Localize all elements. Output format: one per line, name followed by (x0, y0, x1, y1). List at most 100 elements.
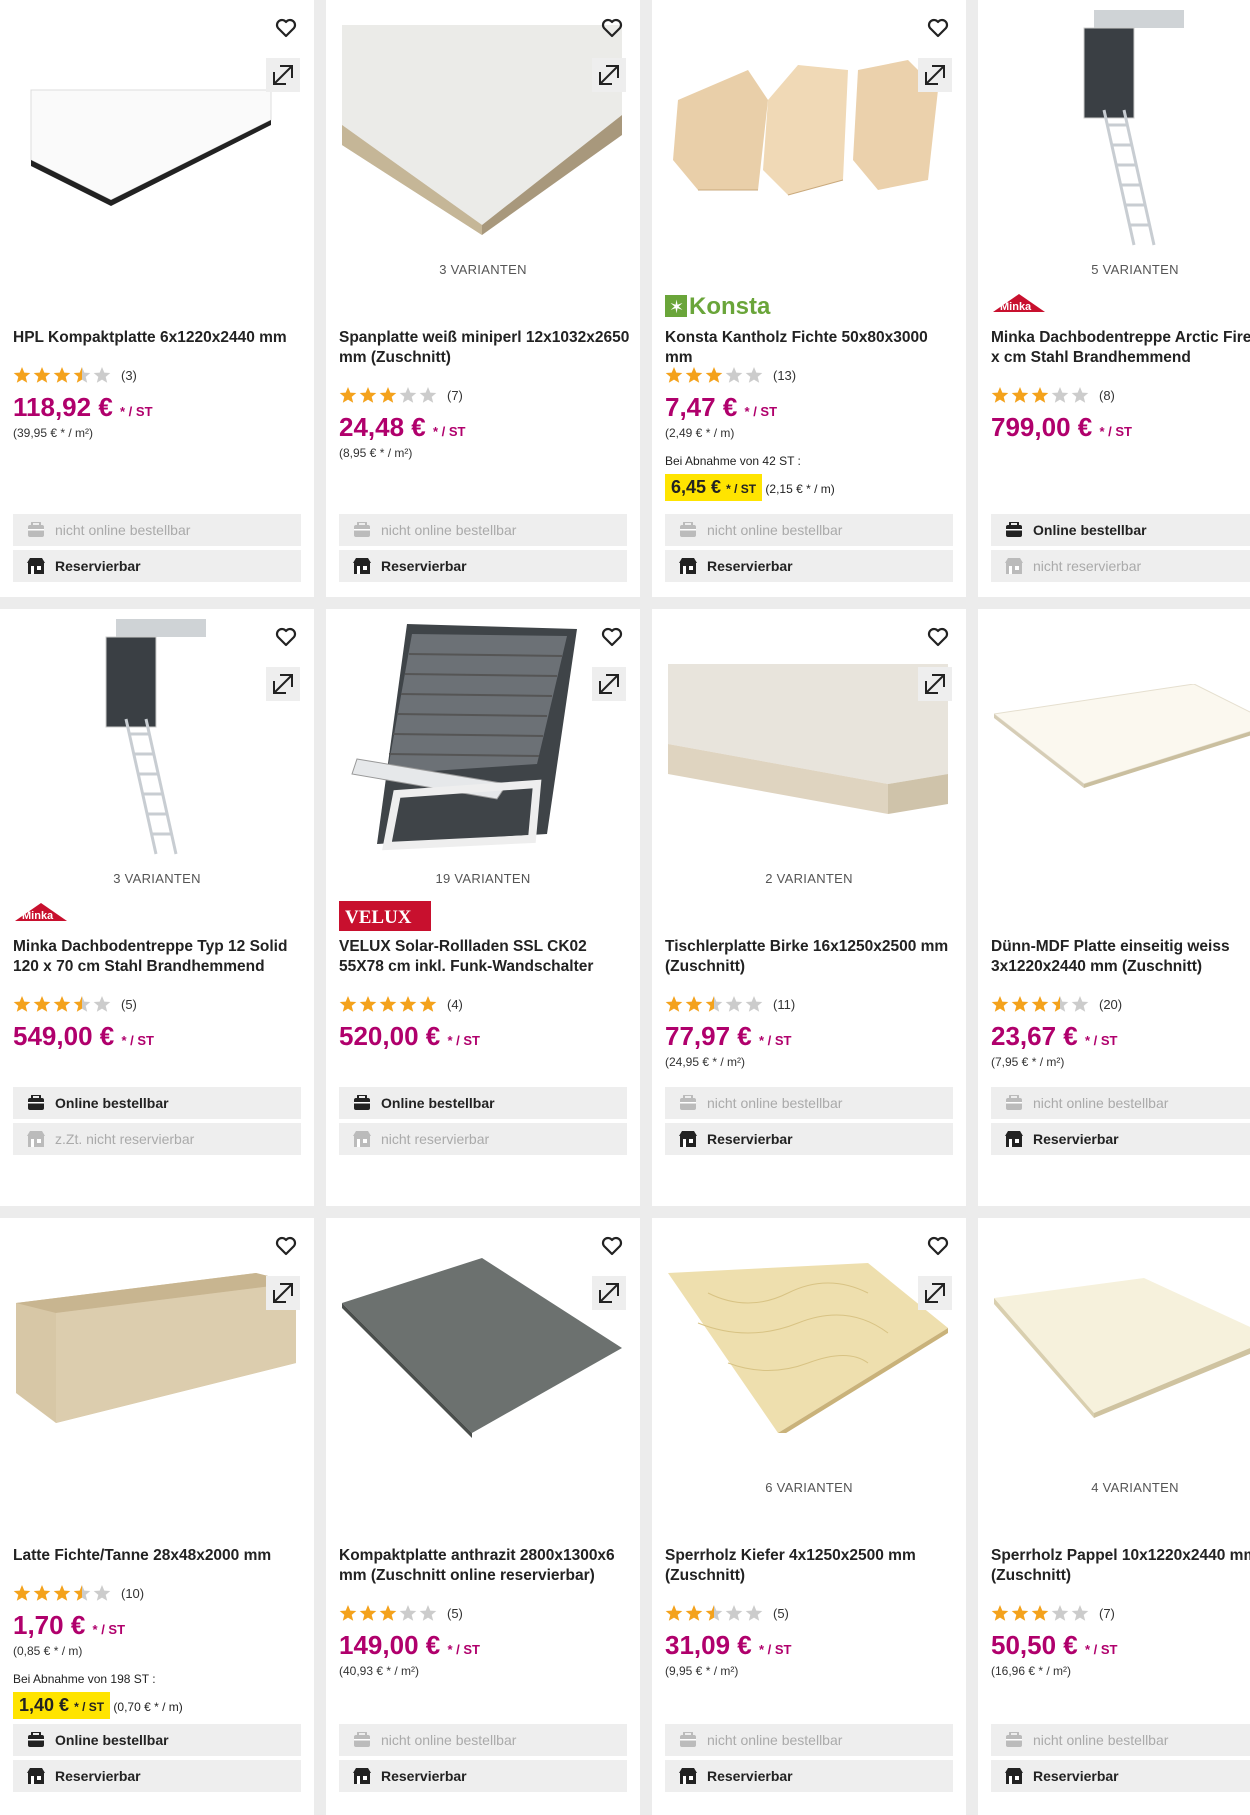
rating-stars[interactable]: (7) (991, 1602, 1115, 1624)
online-availability: nicht online bestellbar (991, 1724, 1250, 1756)
product-title[interactable]: VELUX Solar-Rollladen SSL CK02 55X78 cm … (339, 937, 630, 977)
rating-stars[interactable]: (3) (13, 364, 137, 386)
product-title[interactable]: Dünn-MDF Platte einseitig weiss 3x1220x2… (991, 937, 1250, 977)
rating-stars[interactable]: (20) (991, 993, 1122, 1015)
product-card[interactable]: 2 VARIANTEN Tischlerplatte Birke 16x1250x… (652, 609, 966, 1206)
product-card[interactable]: 19 VARIANTEN VELUX VELUX Solar-Rollladen S… (326, 609, 640, 1206)
product-card[interactable]: 3 VARIANTEN Spanplatte weiß miniperl 12x1… (326, 0, 640, 597)
product-image[interactable] (665, 1228, 951, 1468)
price: 77,97 € * / ST (665, 1021, 792, 1052)
heart-icon[interactable] (274, 625, 298, 649)
product-image[interactable] (339, 619, 625, 859)
product-title[interactable]: Tischlerplatte Birke 16x1250x2500 mm (Zu… (665, 937, 956, 977)
product-card[interactable]: Kompaktplatte anthrazit 2800x1300x6 mm (… (326, 1218, 640, 1815)
price-unit: * / ST (121, 1033, 154, 1048)
star-icon (1031, 387, 1049, 403)
product-card[interactable]: ✶ Konsta Konsta Kantholz Fichte 50x80x3000… (652, 0, 966, 597)
store-icon (353, 558, 371, 574)
product-image[interactable] (13, 619, 299, 859)
heart-icon[interactable] (926, 625, 950, 649)
heart-icon[interactable] (600, 625, 624, 649)
compare-icon[interactable] (592, 58, 626, 92)
rating-stars[interactable]: (4) (339, 993, 463, 1015)
rating-stars[interactable]: (8) (991, 384, 1115, 406)
product-title[interactable]: Minka Dachbodentreppe Typ 12 Solid 120 x… (13, 937, 304, 977)
compare-icon[interactable] (918, 1276, 952, 1310)
online-availability: nicht online bestellbar (665, 514, 953, 546)
reserve-label: Reservierbar (1033, 1131, 1119, 1147)
product-image[interactable] (13, 1228, 299, 1468)
rating-stars[interactable]: (5) (339, 1602, 463, 1624)
heart-icon[interactable] (274, 16, 298, 40)
product-image[interactable] (991, 619, 1250, 859)
star-icon (33, 1585, 51, 1601)
reserve-label: Reservierbar (1033, 1768, 1119, 1784)
online-label: Online bestellbar (381, 1095, 495, 1111)
compare-icon[interactable] (592, 1276, 626, 1310)
product-card[interactable]: 6 VARIANTEN Sperrholz Kiefer 4x1250x2500 … (652, 1218, 966, 1815)
star-icon (745, 367, 763, 383)
rating-stars[interactable]: (11) (665, 993, 795, 1015)
product-card[interactable]: 4 VARIANTEN Sperrholz Pappel 10x1220x2440… (978, 1218, 1250, 1815)
star-icon (419, 996, 437, 1012)
price-value: 118,92 € (13, 392, 113, 422)
compare-icon[interactable] (592, 667, 626, 701)
product-image[interactable] (13, 10, 299, 250)
product-image[interactable] (991, 1228, 1250, 1468)
compare-icon[interactable] (266, 58, 300, 92)
product-image[interactable] (339, 10, 625, 250)
product-title[interactable]: HPL Kompaktplatte 6x1220x2440 mm (13, 328, 304, 348)
product-title[interactable]: Sperrholz Pappel 10x1220x2440 mm (Zuschn… (991, 1546, 1250, 1586)
star-icon (339, 387, 357, 403)
product-card[interactable]: Latte Fichte/Tanne 28x48x2000 mm (10) 1,70… (0, 1218, 314, 1815)
rating-stars[interactable]: (5) (13, 993, 137, 1015)
rating-count: (8) (1099, 387, 1115, 403)
product-card[interactable]: 3 VARIANTEN Minka Minka Dachbodentreppe Ty… (0, 609, 314, 1206)
heart-icon[interactable] (600, 1234, 624, 1258)
rating-stars[interactable]: (7) (339, 384, 463, 406)
product-title[interactable]: Latte Fichte/Tanne 28x48x2000 mm (13, 1546, 304, 1566)
product-image[interactable] (991, 10, 1250, 250)
product-image[interactable] (665, 10, 951, 250)
product-title[interactable]: Kompaktplatte anthrazit 2800x1300x6 mm (… (339, 1546, 630, 1586)
online-label: Online bestellbar (55, 1732, 169, 1748)
product-title[interactable]: Minka Dachbodentreppe Arctic Fire 110 x … (991, 328, 1250, 368)
star-icon (1071, 387, 1089, 403)
heart-icon[interactable] (926, 1234, 950, 1258)
heart-icon[interactable] (926, 16, 950, 40)
heart-icon[interactable] (274, 1234, 298, 1258)
rating-count: (7) (447, 387, 463, 403)
rating-stars[interactable]: (10) (13, 1582, 144, 1604)
price-value: 1,70 € (13, 1610, 86, 1640)
price-value: 77,97 € (665, 1021, 752, 1051)
variants-label: 6 VARIANTEN (765, 1480, 853, 1495)
heart-icon[interactable] (600, 16, 624, 40)
product-title[interactable]: Konsta Kantholz Fichte 50x80x3000 mm (665, 328, 956, 368)
product-image[interactable] (339, 1228, 625, 1468)
product-title[interactable]: Spanplatte weiß miniperl 12x1032x2650 mm… (339, 328, 630, 368)
star-icon (53, 367, 71, 383)
rating-stars[interactable]: (5) (665, 1602, 789, 1624)
rating-count: (10) (121, 1585, 145, 1601)
reserve-availability: Reservierbar (339, 550, 627, 582)
product-card[interactable]: HPL Kompaktplatte 6x1220x2440 mm (3) 118,9… (0, 0, 314, 597)
rating-stars[interactable]: (13) (665, 364, 796, 386)
product-image[interactable] (665, 619, 951, 859)
compare-icon[interactable] (918, 58, 952, 92)
compare-icon[interactable] (266, 1276, 300, 1310)
compare-icon[interactable] (266, 667, 300, 701)
product-card[interactable]: Dünn-MDF Platte einseitig weiss 3x1220x2… (978, 609, 1250, 1206)
product-card[interactable]: 5 VARIANTEN Minka Minka Dachbodentreppe Ar… (978, 0, 1250, 597)
product-title[interactable]: Sperrholz Kiefer 4x1250x2500 mm (Zuschni… (665, 1546, 956, 1586)
star-icon (359, 1605, 377, 1621)
online-label: nicht online bestellbar (55, 522, 191, 538)
reserve-availability: Reservierbar (13, 550, 301, 582)
star-icon (13, 1585, 31, 1601)
price-unit: * / ST (120, 404, 153, 419)
compare-icon[interactable] (918, 667, 952, 701)
rating-count: (3) (121, 367, 137, 383)
star-icon (93, 367, 111, 383)
star-icon (745, 996, 763, 1012)
star-icon (73, 367, 91, 383)
bulk-label: Bei Abnahme von 42 ST : (665, 454, 801, 468)
